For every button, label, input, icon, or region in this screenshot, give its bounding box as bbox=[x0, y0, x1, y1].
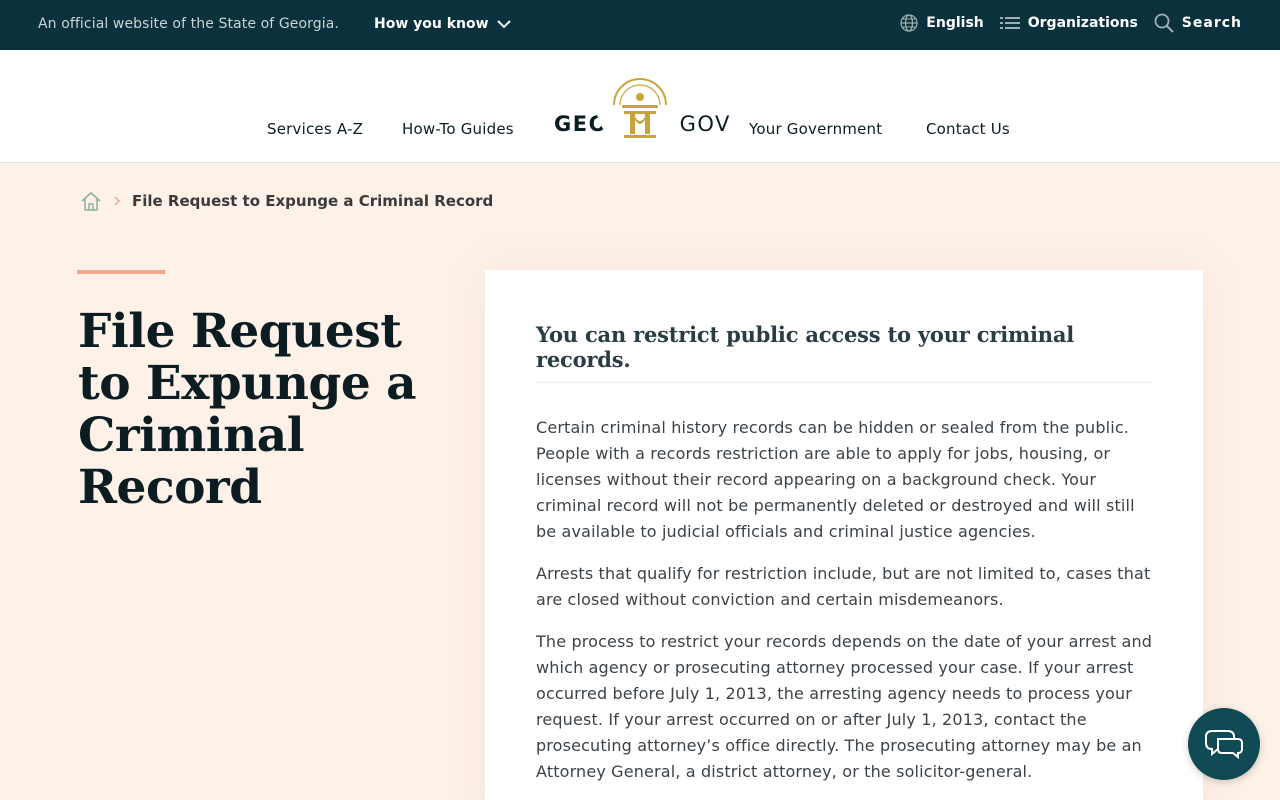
how-you-know-button[interactable]: How you know bbox=[374, 16, 511, 32]
content-divider bbox=[536, 382, 1152, 383]
breadcrumb-current: File Request to Expunge a Criminal Recor… bbox=[132, 192, 494, 210]
content-paragraph: Arrests that qualify for restriction inc… bbox=[536, 564, 1151, 609]
content-heading: You can restrict public access to your c… bbox=[536, 322, 1075, 372]
globe-icon bbox=[900, 14, 918, 32]
language-label: English bbox=[926, 15, 984, 31]
content-body: Certain criminal history records can be … bbox=[536, 415, 1156, 800]
language-button[interactable]: English bbox=[900, 14, 984, 32]
content-paragraph: Certain criminal history records can be … bbox=[536, 418, 1135, 541]
chevron-right-icon bbox=[114, 196, 121, 206]
breadcrumb: File Request to Expunge a Criminal Recor… bbox=[80, 190, 493, 212]
state-seal-logo[interactable] bbox=[596, 61, 684, 149]
content-card: You can restrict public access to your c… bbox=[485, 270, 1203, 800]
search-label: Search bbox=[1181, 15, 1242, 31]
list-icon bbox=[999, 17, 1020, 29]
seal-icon bbox=[613, 78, 667, 138]
site-header: Services A-Z How-To Guides Your Governme… bbox=[0, 50, 1280, 163]
search-button[interactable]: Search bbox=[1154, 13, 1242, 33]
how-you-know-label: How you know bbox=[374, 16, 489, 32]
title-accent-line bbox=[77, 270, 165, 274]
home-icon[interactable] bbox=[80, 190, 102, 212]
chat-button[interactable] bbox=[1188, 708, 1260, 780]
nav-contact-us[interactable]: Contact Us bbox=[926, 120, 1010, 138]
search-icon bbox=[1154, 13, 1174, 33]
content-paragraph: The process to restrict your records dep… bbox=[536, 632, 1153, 781]
organizations-button[interactable]: Organizations bbox=[999, 15, 1138, 31]
nav-services-a-z[interactable]: Services A-Z bbox=[267, 120, 363, 138]
nav-your-government[interactable]: Your Government bbox=[749, 120, 882, 138]
official-site-text: An official website of the State of Geor… bbox=[38, 16, 339, 32]
nav-how-to-guides[interactable]: How-To Guides bbox=[402, 120, 514, 138]
chevron-down-icon bbox=[496, 20, 511, 29]
page-title: File Request to Expunge a Criminal Recor… bbox=[78, 304, 417, 515]
organizations-label: Organizations bbox=[1027, 15, 1138, 31]
official-banner: An official website of the State of Geor… bbox=[0, 0, 1280, 50]
chat-icon bbox=[1205, 730, 1243, 760]
